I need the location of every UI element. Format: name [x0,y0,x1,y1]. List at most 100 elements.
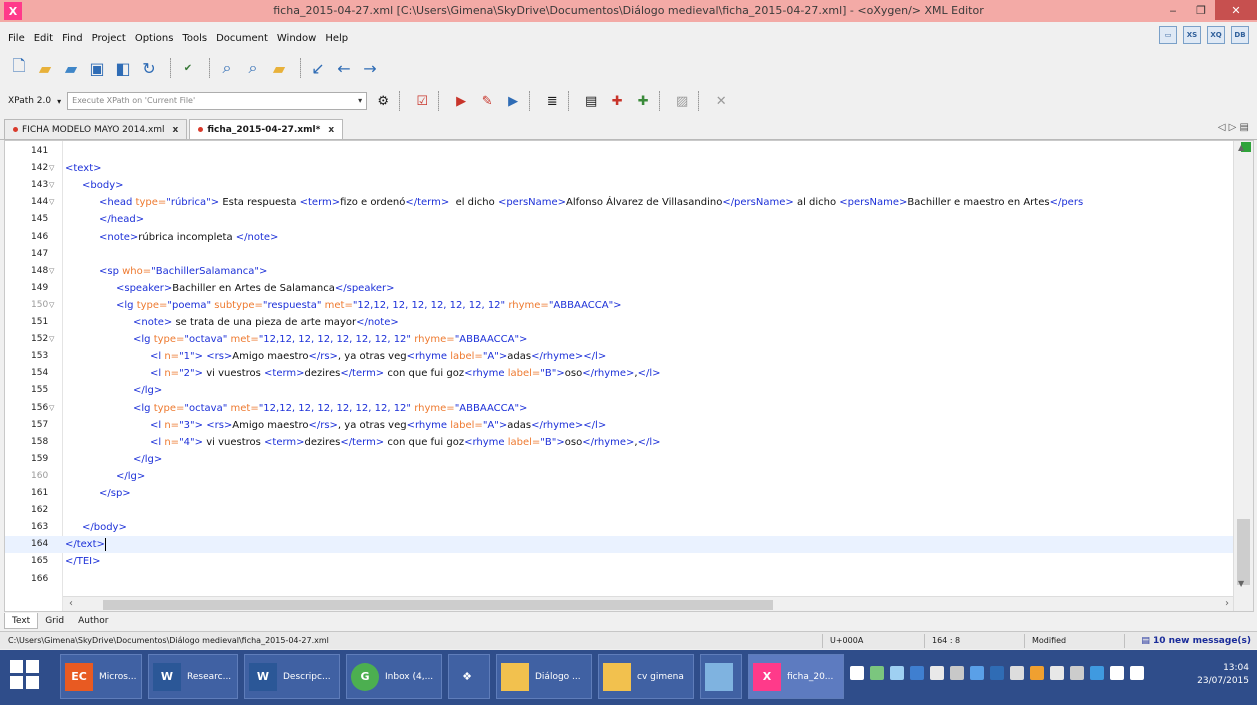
apply-scenario-icon[interactable]: ▶ [503,91,523,111]
save-icon[interactable]: ▣ [86,57,108,79]
tray-grid-icon[interactable] [850,666,864,680]
editor-perspective-icon[interactable]: ▭ [1159,26,1177,44]
tray-chrome-icon[interactable] [1030,666,1044,680]
xquery-perspective-icon[interactable]: XQ [1207,26,1225,44]
back-icon[interactable]: ← [333,57,355,79]
last-edit-icon[interactable]: ↙ [307,57,329,79]
close-button[interactable]: ✕ [1215,0,1257,20]
document-icon[interactable]: ▤ [581,91,601,111]
fold-toggle-icon[interactable]: ▽ [49,160,61,177]
tray-app-icon[interactable] [910,666,924,680]
xslt-perspective-icon[interactable]: XS [1183,26,1201,44]
tray-app-icon[interactable] [930,666,944,680]
menu-help[interactable]: Help [325,33,348,44]
database-perspective-icon[interactable]: DB [1231,26,1249,44]
tray-flag-icon[interactable] [1050,666,1064,680]
fold-toggle-icon[interactable]: ▽ [49,177,61,194]
scroll-left-icon[interactable]: ‹ [69,598,73,609]
xml-editor[interactable]: 141 142 ▽ <text> 143 ▽ <body> 144 ▽ <head type="r… [4,140,1254,612]
start-button[interactable] [10,660,40,690]
menu-document[interactable]: Document [216,33,268,44]
close-tab-icon[interactable]: x [328,125,334,135]
configure-transformation-icon[interactable]: ✎ [477,91,497,111]
xpath-settings-icon[interactable]: ⚙ [373,91,393,111]
mode-grid[interactable]: Grid [38,613,71,629]
print-icon[interactable]: ◧ [112,57,134,79]
close-tab-icon[interactable]: x [173,125,179,135]
volume-icon[interactable] [1130,666,1144,680]
taskbar-item-word-descripcion[interactable]: W Descripc... [244,654,340,699]
taskbar-item-word-research[interactable]: W Researc... [148,654,238,699]
taskbar-item-app[interactable] [700,654,742,699]
validate-icon[interactable]: ☑ [412,91,432,111]
code-line[interactable]: 164 </text> [5,536,1233,554]
tray-app-icon[interactable] [950,666,964,680]
new-file-icon[interactable]: 🗋 [8,56,30,79]
scroll-up-icon[interactable]: ▲ [1238,143,1244,152]
menu-project[interactable]: Project [92,33,126,44]
fold-toggle-icon[interactable]: ▽ [49,263,61,280]
reload-icon[interactable]: ↻ [138,57,160,79]
chevron-down-icon[interactable]: ▾ [358,93,362,109]
fold-toggle-icon[interactable]: ▽ [49,400,61,417]
vertical-scrollbar[interactable]: ▲ ▼ [1233,141,1253,611]
taskbar-item-folder-cv[interactable]: cv gimena [598,654,694,699]
mode-text[interactable]: Text [4,613,39,629]
taskbar-item-dropbox[interactable]: ❖ [448,654,490,699]
tool-icon[interactable]: ✕ [711,91,731,111]
messages-button[interactable]: ▤ 10 new message(s) [1141,632,1251,650]
tab-ficha-2015[interactable]: ficha_2015-04-27.xml* x [189,119,344,139]
fold-toggle-icon[interactable]: ▽ [49,297,61,314]
tab-scroll-arrows[interactable]: ◁ ▷ ▤ [1218,122,1249,133]
spellcheck-icon[interactable]: ✔ [177,57,199,79]
menu-window[interactable]: Window [277,33,316,44]
tray-app-icon[interactable] [870,666,884,680]
find-replace-icon[interactable]: ⌕ [242,57,264,79]
code-area[interactable]: 141 142 ▽ <text> 143 ▽ <body> 144 ▽ <head type="r… [5,141,1233,611]
compare-icon[interactable]: ▨ [672,91,692,111]
menu-tools[interactable]: Tools [182,33,207,44]
menu-file[interactable]: File [8,33,25,44]
scroll-right-icon[interactable]: › [1225,598,1229,609]
scroll-down-icon[interactable]: ▼ [1238,579,1244,588]
line-content: <l n="2"> vi vuestros <term>dezires</ter… [150,368,661,380]
tray-app-icon[interactable] [1090,666,1104,680]
vertical-scroll-thumb[interactable] [1237,519,1250,585]
taskbar-item-folder-dialogo[interactable]: Diálogo ... [496,654,592,699]
app-icon [705,662,733,691]
tray-dropbox-icon[interactable] [990,666,1004,680]
taskbar-item-outlook[interactable]: EC Micros... [60,654,142,699]
taskbar-item-oxygen[interactable]: X ficha_20... [748,654,844,699]
minimize-button[interactable]: ‒ [1159,0,1187,20]
menu-find[interactable]: Find [62,33,83,44]
find-icon[interactable]: ⌕ [216,57,238,79]
tray-app-icon[interactable] [890,666,904,680]
chevron-down-icon[interactable]: ▾ [57,97,61,106]
xpath-input[interactable]: Execute XPath on 'Current File' ▾ [67,92,368,110]
horizontal-scrollbar[interactable]: ‹ › [63,596,1233,611]
fold-toggle-icon[interactable]: ▽ [49,331,61,348]
format-indent-icon[interactable]: ≣ [542,91,562,111]
mode-author[interactable]: Author [71,613,115,629]
taskbar-item-chrome-inbox[interactable]: G Inbox (4,... [346,654,442,699]
xpath-version-select[interactable]: XPath 2.0 [8,96,51,106]
network-icon[interactable] [1070,666,1084,680]
title-bar[interactable]: X ficha_2015-04-27.xml [C:\Users\Gimena\… [0,0,1257,22]
restore-button[interactable]: ❐ [1187,0,1215,20]
pin-icon[interactable]: ✚ [607,91,627,111]
open-url-icon[interactable]: ▰ [60,57,82,79]
horizontal-scroll-thumb[interactable] [103,600,773,610]
open-folder-icon[interactable]: ▰ [34,57,56,79]
tray-cloud-icon[interactable] [1010,666,1024,680]
forward-icon[interactable]: → [359,57,381,79]
pin-green-icon[interactable]: ✚ [633,91,653,111]
menu-options[interactable]: Options [135,33,174,44]
find-in-files-icon[interactable]: ▰ [268,57,290,79]
run-transformation-icon[interactable]: ▶ [451,91,471,111]
battery-icon[interactable] [1110,666,1124,680]
tray-app-icon[interactable] [970,666,984,680]
tab-ficha-modelo[interactable]: FICHA MODELO MAYO 2014.xml x [4,119,188,139]
fold-toggle-icon[interactable]: ▽ [49,194,61,211]
system-clock[interactable]: 13:04 23/07/2015 [1197,662,1249,688]
menu-edit[interactable]: Edit [34,33,53,44]
